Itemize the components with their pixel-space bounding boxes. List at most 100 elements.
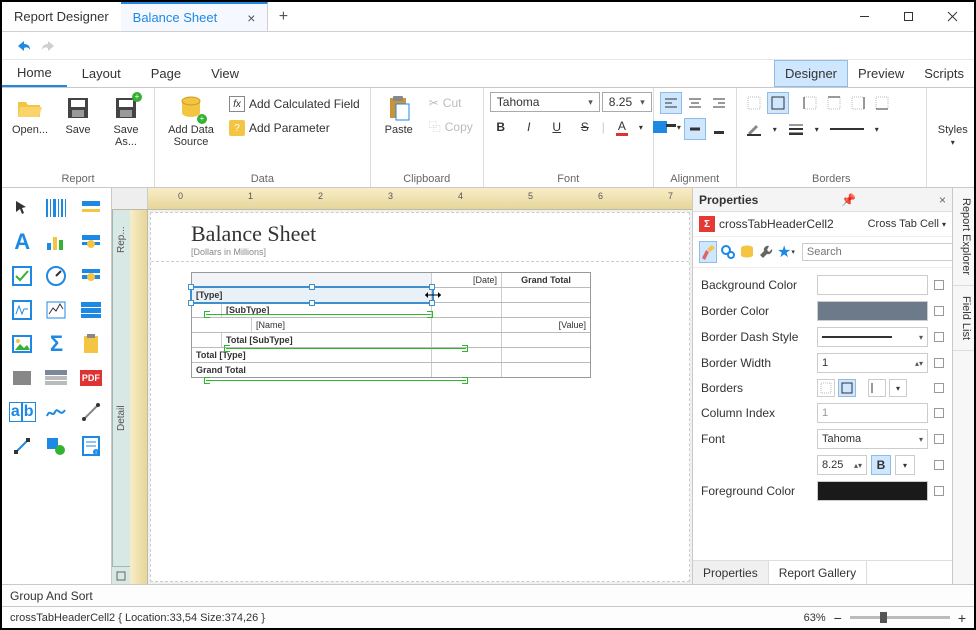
borders-more-btn[interactable]: ▾ [889, 379, 907, 397]
crosstab-tool[interactable] [77, 228, 105, 256]
fg-color-value[interactable] [817, 481, 928, 501]
label-tool[interactable]: A [8, 228, 36, 256]
ribbon-tab-layout[interactable]: Layout [67, 60, 136, 87]
signature-tool[interactable] [42, 398, 70, 426]
gauge-tool[interactable] [42, 262, 70, 290]
align-right-button[interactable] [708, 92, 730, 114]
bg-color-value[interactable] [817, 275, 928, 295]
border-width-value[interactable]: 1▴▾ [817, 353, 928, 373]
chart-tool[interactable] [42, 228, 70, 256]
add-calculated-field-button[interactable]: fxAdd Calculated Field [225, 94, 364, 114]
copy-button[interactable]: ⿻Copy [425, 116, 477, 137]
sparkline-tool[interactable] [42, 296, 70, 324]
checkbox-tool[interactable] [8, 262, 36, 290]
side-tab-report-explorer[interactable]: Report Explorer [953, 188, 974, 286]
align-bottom-button[interactable] [708, 118, 730, 140]
font-color-button[interactable]: A [611, 116, 633, 138]
zoom-out-button[interactable]: − [834, 610, 842, 626]
data-category-icon[interactable] [739, 241, 755, 263]
close-tab-icon[interactable]: × [247, 10, 255, 26]
border-bottom-button[interactable] [871, 92, 893, 114]
open-button[interactable]: Open... [8, 92, 52, 138]
character-comb-tool[interactable]: ab [8, 398, 36, 426]
barcode-tool[interactable] [42, 194, 70, 222]
sigma-tool[interactable]: Σ [42, 330, 70, 358]
ribbon-tab-view[interactable]: View [196, 60, 254, 87]
report-subtitle[interactable]: [Dollars in Millions] [191, 247, 669, 257]
crossband-tool[interactable] [8, 432, 36, 460]
zoom-slider[interactable] [850, 616, 950, 619]
undo-button[interactable] [14, 39, 32, 53]
zoom-in-button[interactable]: + [958, 610, 966, 626]
line-tool[interactable] [77, 398, 105, 426]
report-title[interactable]: Balance Sheet [191, 221, 669, 247]
font-size-select[interactable]: 8.25▾ [602, 92, 652, 112]
borders-all-btn[interactable] [838, 379, 856, 397]
borders-none-btn[interactable] [817, 379, 835, 397]
font-bold-toggle[interactable]: B [871, 455, 891, 475]
table-tool[interactable] [42, 364, 70, 392]
borders-left-btn[interactable] [868, 379, 886, 397]
add-parameter-button[interactable]: ?Add Parameter [225, 118, 364, 138]
design-canvas[interactable]: 0 1 2 3 4 5 6 7 Rep... Detail [112, 188, 692, 584]
border-top-button[interactable] [823, 92, 845, 114]
font-more-btn[interactable]: ▾ [895, 455, 915, 475]
border-dash-value[interactable]: ▾ [817, 327, 928, 347]
cut-button[interactable]: ✂Cut [425, 94, 477, 112]
add-data-source-button[interactable]: +Add Data Source [161, 92, 221, 150]
align-left-button[interactable] [660, 92, 682, 114]
pin-icon[interactable]: 📌 [841, 193, 856, 207]
close-panel-icon[interactable]: × [939, 193, 946, 207]
tab-balance-sheet[interactable]: Balance Sheet × [121, 2, 269, 31]
subreport-tool[interactable] [77, 262, 105, 290]
border-none-button[interactable] [743, 92, 765, 114]
pivot-tool[interactable] [77, 296, 105, 324]
minimize-button[interactable] [842, 2, 886, 31]
close-button[interactable] [930, 2, 974, 31]
report-header-band-label[interactable]: Rep... [112, 210, 130, 270]
pointer-tool[interactable] [8, 194, 36, 222]
toc-tool[interactable]: i [77, 432, 105, 460]
border-color-button[interactable] [743, 118, 765, 140]
brush-category-icon[interactable] [699, 241, 717, 263]
border-right-button[interactable] [847, 92, 869, 114]
paste-button[interactable]: Paste [377, 92, 421, 138]
shape-tool[interactable] [42, 432, 70, 460]
border-all-button[interactable] [767, 92, 789, 114]
group-sort-bar[interactable]: Group And Sort [2, 584, 974, 606]
panel-tool[interactable] [8, 364, 36, 392]
strike-button[interactable]: S [574, 116, 596, 138]
richtext-tool[interactable] [8, 296, 36, 324]
add-tab-button[interactable]: + [268, 2, 298, 31]
picture-tool[interactable] [8, 330, 36, 358]
border-left-button[interactable] [799, 92, 821, 114]
favorites-icon[interactable]: ★▾ [777, 241, 795, 263]
tab-properties[interactable]: Properties [693, 561, 769, 584]
mode-preview[interactable]: Preview [848, 60, 914, 87]
clipboard-tool[interactable] [77, 330, 105, 358]
mode-designer[interactable]: Designer [774, 60, 848, 87]
align-middle-button[interactable] [684, 118, 706, 140]
side-tab-field-list[interactable]: Field List [953, 286, 974, 351]
save-as-button[interactable]: +Save As... [104, 92, 148, 150]
font-name-select[interactable]: Tahoma▾ [490, 92, 600, 112]
search-input[interactable] [802, 243, 954, 261]
align-center-button[interactable] [684, 92, 706, 114]
bold-button[interactable]: B [490, 116, 512, 138]
redo-button[interactable] [40, 39, 58, 53]
ribbon-tab-page[interactable]: Page [136, 60, 196, 87]
maximize-button[interactable] [886, 2, 930, 31]
align-top-button[interactable] [660, 118, 682, 140]
tab-report-gallery[interactable]: Report Gallery [769, 561, 867, 584]
selected-object-type[interactable]: Cross Tab Cell ▾ [868, 218, 946, 230]
ribbon-tab-home[interactable]: Home [2, 60, 67, 87]
font-size-value[interactable]: 8.25▴▾ [817, 455, 867, 475]
gears-category-icon[interactable] [720, 241, 736, 263]
band-collapse-icon[interactable] [112, 566, 130, 584]
wrench-category-icon[interactable] [758, 241, 774, 263]
selected-header-cell[interactable]: [Type] [192, 288, 432, 302]
border-style-button[interactable] [827, 118, 867, 140]
border-width-button[interactable] [785, 118, 807, 140]
vertical-band-tool[interactable] [77, 194, 105, 222]
mode-scripts[interactable]: Scripts [914, 60, 974, 87]
